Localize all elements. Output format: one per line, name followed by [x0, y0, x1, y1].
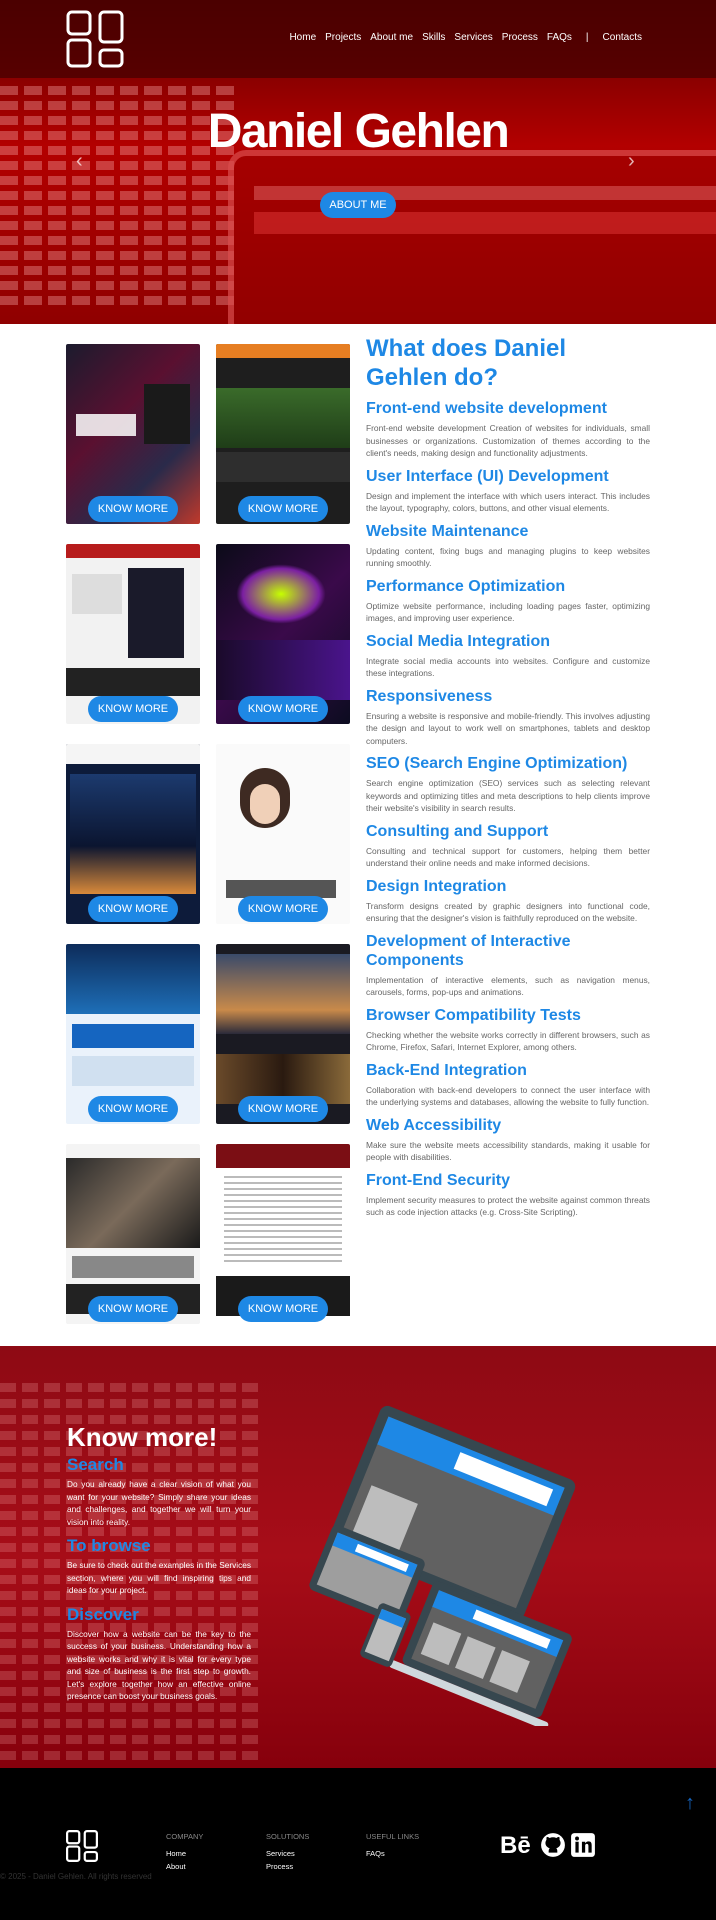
services-heading: What does Daniel Gehlen do?: [366, 335, 567, 391]
browse-heading: To browse: [67, 1536, 151, 1555]
nav-skills[interactable]: Skills: [422, 32, 445, 43]
footer-column-useful-links: USEFUL LINKS FAQs: [366, 1832, 419, 1862]
service-title: Web Accessibility: [366, 1116, 502, 1134]
service-title: Development of Interactive Components: [366, 932, 571, 969]
nav-home[interactable]: Home: [289, 32, 316, 43]
service-description: Front-end website development Creation o…: [366, 423, 650, 458]
know-more-button[interactable]: KNOW MORE: [88, 1096, 178, 1122]
service-title: SEO (Search Engine Optimization): [366, 755, 628, 772]
about-me-button[interactable]: ABOUT ME: [320, 192, 396, 218]
arrow-up-icon[interactable]: ↑: [685, 1792, 695, 1815]
search-text: Do you already have a clear vision of wh…: [67, 1479, 251, 1527]
nav-separator: |: [585, 32, 589, 43]
footer-column-title: COMPANY: [166, 1832, 204, 1841]
service-description: Integrate social media accounts into web…: [366, 655, 650, 679]
know-more-button[interactable]: KNOW MORE: [88, 496, 178, 522]
service-title: Consulting and Support: [366, 822, 549, 840]
devices-illustration: [309, 1405, 576, 1726]
service-title: Performance Optimization: [366, 577, 566, 595]
service-description: Make sure the website meets accessibilit…: [366, 1139, 650, 1163]
project-card[interactable]: KNOW MORE: [66, 944, 200, 1124]
know-more-button[interactable]: KNOW MORE: [238, 896, 328, 922]
service-description: Search engine optimization (SEO) service…: [366, 778, 650, 813]
service-title: Front-End Security: [366, 1171, 511, 1189]
project-card[interactable]: KNOW MORE: [66, 744, 200, 924]
service-description: Checking whether the website works corre…: [366, 1029, 650, 1053]
project-card[interactable]: KNOW MORE: [216, 744, 350, 924]
service-title: Responsiveness: [366, 687, 493, 705]
hero-title: Daniel Gehlen: [207, 105, 510, 158]
know-more-button[interactable]: KNOW MORE: [88, 896, 178, 922]
hero-laptop-image: [228, 150, 716, 324]
know-more-button[interactable]: KNOW MORE: [238, 1296, 328, 1322]
project-card[interactable]: KNOW MORE: [216, 344, 350, 524]
nav-about-me[interactable]: About me: [370, 32, 413, 43]
service-title: Social Media Integration: [366, 632, 551, 650]
service-description: Ensuring a website is responsive and mob…: [366, 710, 650, 746]
nav-projects[interactable]: Projects: [325, 32, 361, 43]
service-description: Implementation of interactive elements, …: [366, 974, 650, 998]
nav-contacts[interactable]: Contacts: [603, 32, 642, 43]
footer-link-home[interactable]: Home: [166, 1849, 203, 1858]
know-more-button[interactable]: KNOW MORE: [238, 696, 328, 722]
discover-text: Discover how a website can be the key to…: [67, 1628, 251, 1702]
know-more-button[interactable]: KNOW MORE: [88, 1296, 178, 1322]
browse-text: Be sure to check out the examples in the…: [67, 1560, 252, 1595]
know-more-text: Know more! Search Do you already have a …: [67, 1422, 251, 1711]
logo-icon[interactable]: [66, 1830, 98, 1862]
service-title: User Interface (UI) Development: [366, 467, 609, 485]
top-navbar: Home Projects About me Skills Services P…: [0, 0, 716, 78]
search-heading: Search: [67, 1455, 124, 1474]
know-more-button[interactable]: KNOW MORE: [88, 696, 178, 722]
linkedin-icon[interactable]: [570, 1832, 596, 1858]
service-title: Design Integration: [366, 877, 507, 895]
service-description: Updating content, fixing bugs and managi…: [366, 545, 650, 569]
service-title: Back-End Integration: [366, 1061, 527, 1079]
main-menu: Home Projects About me Skills Services P…: [280, 32, 642, 43]
service-title: Front-end website development: [366, 400, 607, 417]
discover-heading: Discover: [67, 1604, 139, 1624]
footer-column-title: USEFUL LINKS: [366, 1832, 420, 1841]
service-description: Optimize website performance, including …: [366, 600, 650, 624]
project-card[interactable]: KNOW MORE: [66, 544, 200, 724]
know-more-section: Know more! Search Do you already have a …: [0, 1346, 716, 1768]
project-card[interactable]: KNOW MORE: [216, 944, 350, 1124]
nav-services[interactable]: Services: [454, 32, 492, 43]
nav-process[interactable]: Process: [502, 32, 538, 43]
behance-icon[interactable]: Bē: [500, 1832, 531, 1860]
footer-column-title: SOLUTIONS: [266, 1832, 310, 1841]
know-more-button[interactable]: KNOW MORE: [238, 1096, 328, 1122]
service-description: Collaboration with back-end developers t…: [366, 1084, 650, 1108]
footer-link-faqs[interactable]: FAQs: [366, 1849, 419, 1858]
service-description: Transform designs created by graphic des…: [366, 900, 650, 924]
service-description: Design and implement the interface with …: [366, 490, 650, 514]
footer-column-solutions: SOLUTIONS Services Process: [266, 1832, 309, 1875]
nav-faqs[interactable]: FAQs: [547, 32, 572, 43]
know-more-button[interactable]: KNOW MORE: [238, 496, 328, 522]
footer-link-process[interactable]: Process: [266, 1862, 309, 1871]
page: ‹ › Daniel Gehlen ABOUT ME Home Projects…: [0, 0, 716, 1920]
project-card[interactable]: KNOW MORE: [216, 544, 350, 724]
service-title: Browser Compatibility Tests: [366, 1006, 581, 1024]
project-card[interactable]: KNOW MORE: [216, 1144, 350, 1324]
footer-column-company: COMPANY Home About: [166, 1832, 203, 1875]
footer-link-services[interactable]: Services: [266, 1849, 309, 1858]
project-card[interactable]: KNOW MORE: [66, 344, 200, 524]
logo-icon[interactable]: [66, 10, 124, 68]
service-title: Website Maintenance: [366, 522, 529, 540]
footer-link-about[interactable]: About: [166, 1862, 203, 1871]
service-description: Consulting and technical support for cus…: [366, 845, 650, 869]
services-list: What does Daniel Gehlen do? Front-end we…: [366, 334, 650, 1226]
footer: ↑ COMPANY Home About SOLUTIONS Services …: [0, 1768, 716, 1920]
github-icon[interactable]: [540, 1832, 566, 1858]
copyright: © 2025 - Daniel Gehlen. All rights reser…: [0, 1872, 152, 1881]
know-more-heading: Know more!: [67, 1422, 218, 1452]
project-card[interactable]: KNOW MORE: [66, 1144, 200, 1324]
service-description: Implement security measures to protect t…: [366, 1194, 650, 1218]
